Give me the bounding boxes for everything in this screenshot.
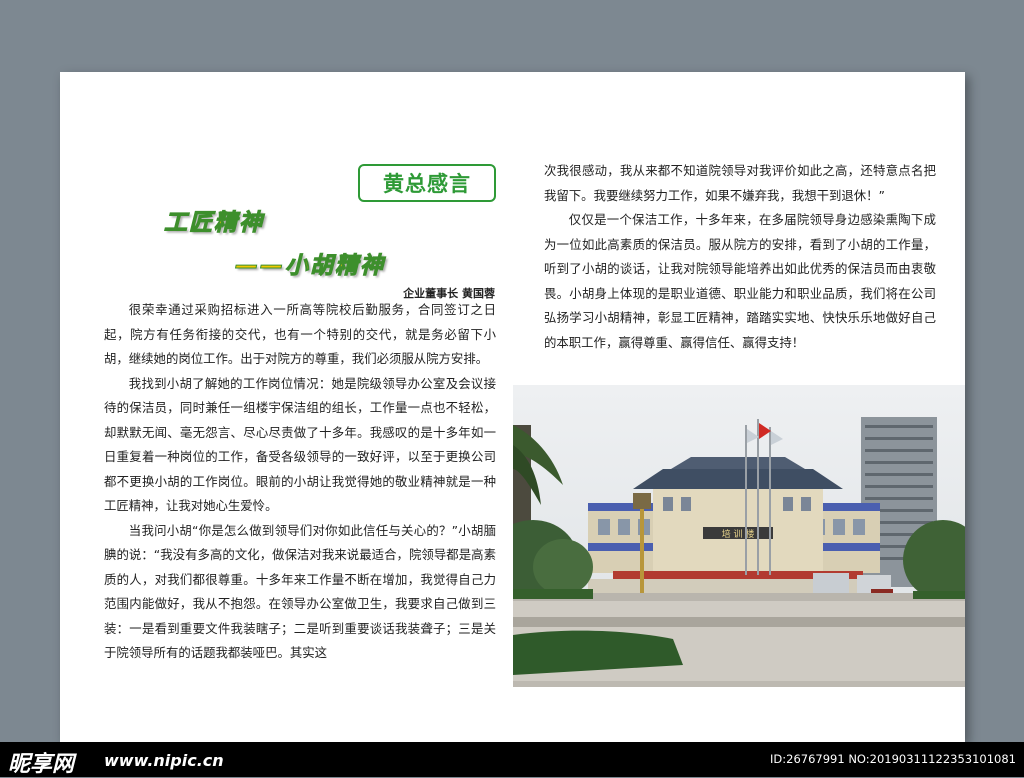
paragraph: 次我很感动，我从来都不知道院领导对我评价如此之高，还特意点名把我留下。我要继续努…	[544, 163, 936, 203]
left-column: 很荣幸通过采购招标进入一所高等院校后勤服务，合同签订之日起，院方有任务衔接的交代…	[104, 298, 496, 666]
watermark-logo: 昵享网	[8, 752, 75, 777]
campus-building-photo: 培 训 楼	[513, 385, 965, 687]
paragraph: 当我问小胡“你是怎么做到领导们对你如此信任与关心的？”小胡腼腆的说：“我没有多高…	[104, 522, 496, 661]
paragraph: 仅仅是一个保洁工作，十多年来，在多届院领导身边感染熏陶下成为一位如此高素质的保洁…	[544, 212, 936, 350]
page-sheet: 黄总感言 工匠精神 ——小胡精神 企业董事长 黄国蓉 很荣幸通过采购招标进入一所…	[60, 72, 965, 742]
building-sign: 培 训 楼	[722, 528, 755, 540]
article-title: 工匠精神	[164, 210, 264, 237]
article-subtitle: ——小胡精神	[235, 253, 385, 280]
watermark-id: ID:26767991 NO:20190311122353101081	[770, 752, 1016, 766]
watermark-url: www.nipic.cn	[104, 751, 224, 770]
section-badge: 黄总感言	[358, 164, 496, 202]
paragraph: 我找到小胡了解她的工作岗位情况：她是院级领导办公室及会议接待的保洁员，同时兼任一…	[104, 375, 496, 514]
right-column: 次我很感动，我从来都不知道院领导对我评价如此之高，还特意点名把我留下。我要继续努…	[544, 159, 936, 355]
watermark-bar: 昵享网 www.nipic.cn ID:26767991 NO:20190311…	[0, 742, 1024, 777]
paragraph: 很荣幸通过采购招标进入一所高等院校后勤服务，合同签订之日起，院方有任务衔接的交代…	[104, 302, 496, 366]
